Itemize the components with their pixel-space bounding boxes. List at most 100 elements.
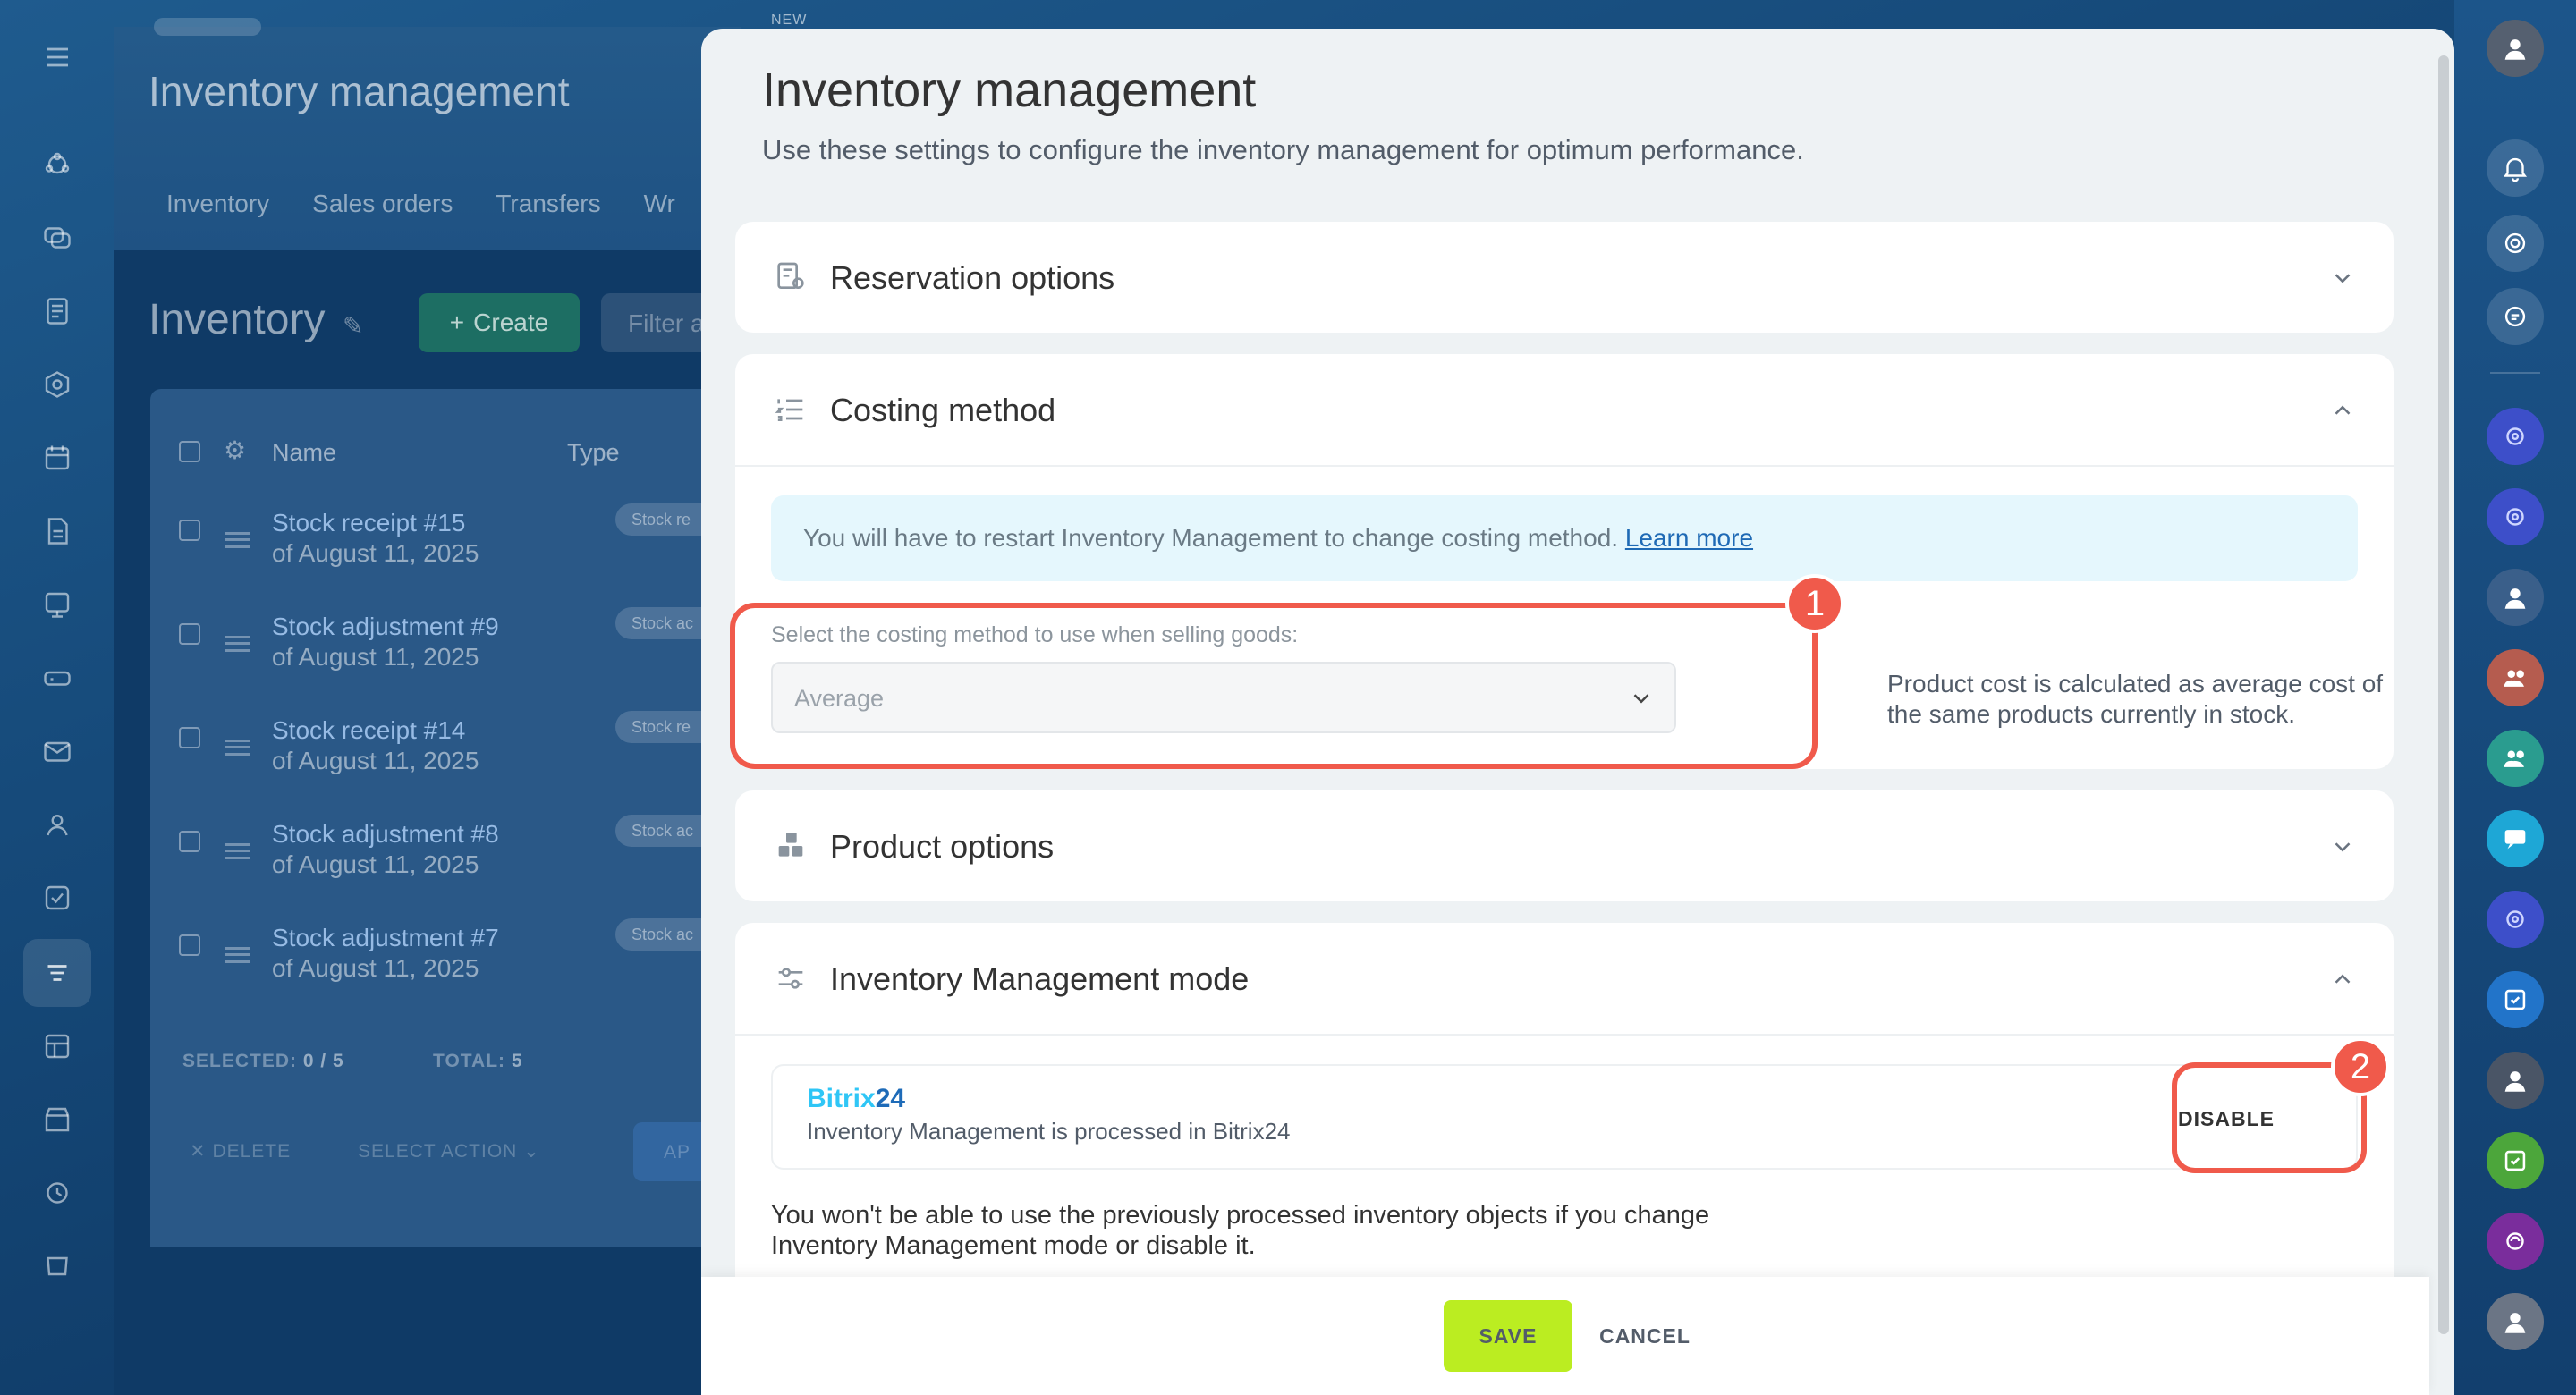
costing-method-header[interactable]: Costing method bbox=[735, 354, 2394, 465]
mail-icon[interactable] bbox=[38, 731, 77, 771]
column-name[interactable]: Name bbox=[272, 439, 336, 467]
sites-icon[interactable] bbox=[38, 365, 77, 404]
open-channel-icon[interactable] bbox=[2487, 488, 2544, 545]
bell-icon[interactable] bbox=[2487, 140, 2544, 197]
costing-method-hint: Product cost is calculated as average co… bbox=[1887, 670, 2384, 728]
table-row[interactable]: Stock adjustment #9 of August 11, 2025 S… bbox=[150, 582, 750, 686]
storage-icon[interactable] bbox=[38, 658, 77, 698]
search-chat-icon[interactable] bbox=[2487, 288, 2544, 345]
row-menu-icon[interactable] bbox=[225, 636, 250, 652]
pin-icon[interactable]: ✎ bbox=[343, 311, 363, 341]
row-date: of August 11, 2025 bbox=[272, 539, 479, 567]
analytics-icon[interactable] bbox=[38, 1027, 77, 1066]
selected-count: SELECTED: 0 / 5 bbox=[182, 1051, 344, 1072]
table-row[interactable]: Stock adjustment #8 of August 11, 2025 S… bbox=[150, 790, 750, 893]
calendar-icon[interactable] bbox=[38, 438, 77, 478]
restart-info-alert: You will have to restart Inventory Manag… bbox=[771, 495, 2358, 581]
boxes-icon bbox=[773, 828, 809, 864]
row-checkbox[interactable] bbox=[179, 623, 200, 645]
divider bbox=[735, 1034, 2394, 1036]
task-chat-icon[interactable] bbox=[2487, 971, 2544, 1028]
row-menu-icon[interactable] bbox=[225, 740, 250, 756]
employees-icon[interactable] bbox=[38, 805, 77, 844]
chevron-up-icon[interactable] bbox=[2329, 966, 2356, 993]
documents-icon[interactable] bbox=[38, 512, 77, 551]
open-channel-icon[interactable] bbox=[2487, 891, 2544, 948]
table-row[interactable]: Stock receipt #14 of August 11, 2025 Sto… bbox=[150, 686, 750, 790]
reservation-settings-icon bbox=[773, 259, 809, 295]
row-checkbox[interactable] bbox=[179, 831, 200, 852]
learn-more-link[interactable]: Learn more bbox=[1625, 524, 1753, 552]
total-value: 5 bbox=[511, 1051, 523, 1071]
marketplace-icon[interactable] bbox=[38, 1247, 77, 1286]
row-title[interactable]: Stock adjustment #9 bbox=[272, 613, 499, 641]
support-icon[interactable] bbox=[2487, 1213, 2544, 1270]
shop-icon[interactable] bbox=[38, 1100, 77, 1139]
save-button[interactable]: SAVE bbox=[1444, 1300, 1572, 1372]
product-options-section[interactable]: Product options bbox=[735, 790, 2394, 901]
contact-avatar[interactable] bbox=[2487, 1052, 2544, 1109]
tab-inventory[interactable]: Inventory bbox=[166, 190, 269, 218]
automation-icon[interactable] bbox=[38, 1173, 77, 1213]
open-channel-icon[interactable] bbox=[2487, 408, 2544, 465]
row-checkbox[interactable] bbox=[179, 520, 200, 541]
create-button[interactable]: + Create bbox=[419, 293, 580, 352]
row-checkbox[interactable] bbox=[179, 934, 200, 956]
reservation-options-section[interactable]: Reservation options bbox=[735, 222, 2394, 333]
slider-new-label: NEW bbox=[771, 13, 808, 28]
row-date: of August 11, 2025 bbox=[272, 747, 479, 774]
row-title[interactable]: Stock adjustment #7 bbox=[272, 924, 499, 952]
crm-icon[interactable] bbox=[38, 145, 77, 184]
total-count: TOTAL: 5 bbox=[433, 1051, 523, 1072]
row-menu-icon[interactable] bbox=[225, 947, 250, 963]
task-chat-icon[interactable] bbox=[2487, 1132, 2544, 1189]
select-all-checkbox[interactable] bbox=[179, 441, 200, 462]
scrollbar[interactable] bbox=[2438, 55, 2449, 1334]
contact-avatar[interactable] bbox=[2487, 1293, 2544, 1350]
select-action-dropdown[interactable]: SELECT ACTION ⌄ bbox=[358, 1140, 540, 1162]
background-tabs: Inventory Sales orders Transfers Wr bbox=[166, 190, 675, 218]
row-title[interactable]: Stock receipt #14 bbox=[272, 716, 465, 745]
background-tab-handle bbox=[154, 18, 261, 36]
menu-icon[interactable] bbox=[38, 38, 77, 77]
chevron-down-icon[interactable] bbox=[2329, 265, 2356, 292]
row-date: of August 11, 2025 bbox=[272, 954, 479, 982]
background-title: Inventory management bbox=[148, 68, 570, 114]
table-row[interactable]: Stock adjustment #7 of August 11, 2025 S… bbox=[150, 893, 750, 997]
row-checkbox[interactable] bbox=[179, 727, 200, 748]
gear-icon[interactable]: ⚙ bbox=[224, 435, 246, 465]
inventory-icon[interactable] bbox=[38, 953, 77, 993]
inventory-mode-header[interactable]: Inventory Management mode bbox=[735, 923, 2394, 1034]
group-chat-icon[interactable] bbox=[2487, 649, 2544, 706]
contact-avatar[interactable] bbox=[2487, 569, 2544, 626]
tab-transfers[interactable]: Transfers bbox=[496, 190, 600, 218]
table-row[interactable]: Stock receipt #15 of August 11, 2025 Sto… bbox=[150, 478, 750, 582]
inventory-heading: Inventory bbox=[148, 296, 326, 343]
chevron-up-icon[interactable] bbox=[2329, 397, 2356, 424]
row-title[interactable]: Stock receipt #15 bbox=[272, 509, 465, 537]
selected-label: SELECTED: bbox=[182, 1051, 298, 1071]
right-rail-divider bbox=[2490, 372, 2540, 374]
chevron-down-icon[interactable] bbox=[2329, 833, 2356, 860]
messages-icon[interactable] bbox=[2487, 810, 2544, 867]
contact-center-icon[interactable] bbox=[38, 585, 77, 624]
tab-sales-orders[interactable]: Sales orders bbox=[312, 190, 453, 218]
inventory-mode-section: Inventory Management mode Bitrix24 Inven… bbox=[735, 923, 2394, 1316]
column-type[interactable]: Type bbox=[567, 439, 620, 467]
brand-part-24: 24 bbox=[875, 1084, 906, 1113]
cancel-button[interactable]: CANCEL bbox=[1587, 1300, 1703, 1372]
feed-icon[interactable] bbox=[38, 292, 77, 331]
row-menu-icon[interactable] bbox=[225, 843, 250, 859]
group-chat-icon[interactable] bbox=[2487, 730, 2544, 787]
user-avatar[interactable] bbox=[2487, 20, 2544, 77]
delete-action[interactable]: ✕ DELETE bbox=[190, 1140, 291, 1162]
copilot-icon[interactable] bbox=[2487, 215, 2544, 272]
tasks-icon[interactable] bbox=[38, 878, 77, 917]
chat-icon[interactable] bbox=[38, 218, 77, 258]
mode-description: Inventory Management is processed in Bit… bbox=[807, 1118, 1291, 1145]
row-menu-icon[interactable] bbox=[225, 532, 250, 548]
tab-more[interactable]: Wr bbox=[644, 190, 675, 218]
row-title[interactable]: Stock adjustment #8 bbox=[272, 820, 499, 849]
grid-header: ⚙ Name Type bbox=[150, 389, 741, 478]
total-label: TOTAL: bbox=[433, 1051, 506, 1071]
